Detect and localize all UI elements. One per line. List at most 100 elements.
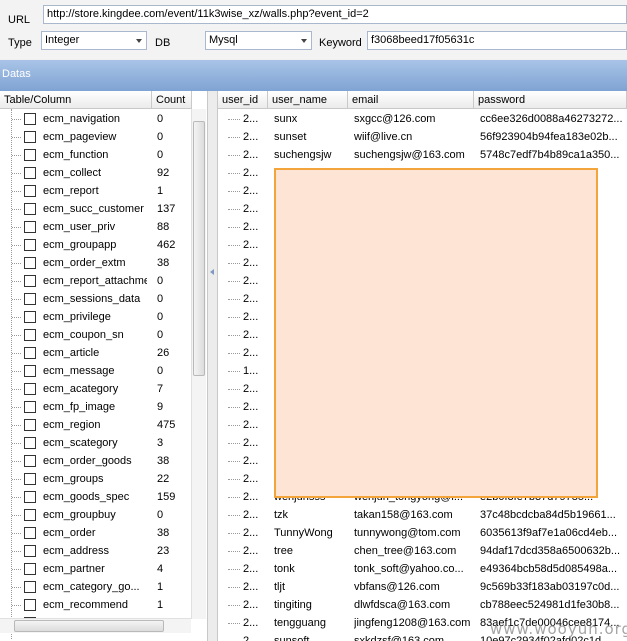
col-header-user-name[interactable]: user_name [268, 91, 348, 109]
tree-connector [12, 173, 21, 174]
table-name[interactable]: ecm_report_attachme [43, 274, 147, 288]
table-checkbox[interactable] [24, 203, 36, 215]
table-name[interactable]: ecm_groupapp [43, 238, 147, 252]
table-checkbox[interactable] [24, 293, 36, 305]
url-input[interactable]: http://store.kingdee.com/event/11k3wise_… [43, 5, 627, 24]
cell-user-id: 1... [243, 365, 259, 377]
cell-email: wiif@live.cn [354, 131, 413, 143]
table-count: 9 [157, 401, 164, 413]
tree-connector [12, 389, 21, 390]
cell-password: 37c48bcdcba84d5b19661... [480, 509, 616, 521]
col-header-user-id[interactable]: user_id [218, 91, 268, 109]
table-checkbox[interactable] [24, 131, 36, 143]
cell-user-name: suchengsjw [274, 149, 332, 161]
table-name[interactable]: ecm_article [43, 346, 147, 360]
table-name[interactable]: ecm_function [43, 148, 147, 162]
table-name[interactable]: ecm_order_goods [43, 454, 147, 468]
db-select[interactable]: Mysql [205, 31, 312, 50]
tree-scroll-thumb[interactable] [193, 121, 205, 376]
table-name[interactable]: ecm_navigation [43, 112, 147, 126]
table-count: 22 [157, 473, 170, 485]
cell-user-name: tzk [274, 509, 289, 521]
table-checkbox[interactable] [24, 545, 36, 557]
table-count: 0 [157, 293, 164, 305]
table-checkbox[interactable] [24, 149, 36, 161]
table-row[interactable]: 2... sunx sxgcc@126.com cc6ee326d0088a46273… [218, 112, 627, 130]
table-checkbox[interactable] [24, 185, 36, 197]
table-row[interactable]: 2... tzk takan158@163.com 37c48bcdcba84d5b1… [218, 508, 627, 526]
table-checkbox[interactable] [24, 527, 36, 539]
table-checkbox[interactable] [24, 275, 36, 287]
table-row[interactable]: 2... suchengsjw suchengsjw@163.com 5748c7ed… [218, 148, 627, 166]
table-name[interactable]: ecm_succ_customer [43, 202, 147, 216]
table-name[interactable]: ecm_sessions_data [43, 292, 147, 306]
table-checkbox[interactable] [24, 347, 36, 359]
table-row[interactable]: 2... sunset wiif@live.cn 56f923904b94fea183… [218, 130, 627, 148]
table-checkbox[interactable] [24, 563, 36, 575]
collapse-arrow-icon[interactable] [210, 269, 214, 275]
table-name[interactable]: ecm_order [43, 526, 147, 540]
table-name[interactable]: ecm_groupbuy [43, 508, 147, 522]
table-count: 462 [157, 239, 176, 251]
table-name[interactable]: ecm_address [43, 544, 147, 558]
table-name[interactable]: ecm_report [43, 184, 147, 198]
table-checkbox[interactable] [24, 491, 36, 503]
table-name[interactable]: ecm_fp_image [43, 400, 147, 414]
table-name[interactable]: ecm_order_extm [43, 256, 147, 270]
table-checkbox[interactable] [24, 113, 36, 125]
table-name[interactable]: ecm_coupon_sn [43, 328, 147, 342]
table-checkbox[interactable] [24, 221, 36, 233]
table-name[interactable]: ecm_acategory [43, 382, 147, 396]
row-connector [228, 461, 240, 462]
table-checkbox[interactable] [24, 239, 36, 251]
table-checkbox[interactable] [24, 473, 36, 485]
table-name[interactable]: ecm_privilege [43, 310, 147, 324]
table-count: 3 [157, 437, 164, 449]
table-name[interactable]: ecm_partner [43, 562, 147, 576]
table-name[interactable]: ecm_scategory [43, 436, 147, 450]
table-checkbox[interactable] [24, 257, 36, 269]
table-checkbox[interactable] [24, 167, 36, 179]
table-row[interactable]: 2... tonk tonk_soft@yahoo.co... e49364bcb58… [218, 562, 627, 580]
table-row[interactable]: 2... TunnyWong tunnywong@tom.com 6035613f9a… [218, 526, 627, 544]
cell-user-id: 2... [243, 527, 259, 539]
cell-user-id: 2... [243, 239, 259, 251]
table-checkbox[interactable] [24, 581, 36, 593]
table-checkbox[interactable] [24, 437, 36, 449]
table-checkbox[interactable] [24, 419, 36, 431]
type-select[interactable]: Integer [41, 31, 147, 50]
row-connector [228, 407, 240, 408]
table-checkbox[interactable] [24, 509, 36, 521]
table-name[interactable]: ecm_collect [43, 166, 147, 180]
table-checkbox[interactable] [24, 383, 36, 395]
table-name[interactable]: ecm_message [43, 364, 147, 378]
table-checkbox[interactable] [24, 455, 36, 467]
table-row[interactable]: 2... tree chen_tree@163.com 94daf17dcd358a6… [218, 544, 627, 562]
tree-connector [12, 551, 21, 552]
col-header-password[interactable]: password [474, 91, 627, 109]
col-header-email[interactable]: email [348, 91, 474, 109]
keyword-input[interactable]: f3068beed17f05631c [367, 31, 627, 50]
tree-hscroll-thumb[interactable] [14, 620, 164, 632]
table-name[interactable]: ecm_goods_spec [43, 490, 147, 504]
table-checkbox[interactable] [24, 599, 36, 611]
cell-user-id: 2... [243, 149, 259, 161]
table-row[interactable]: 2... tingiting dlwfdsca@163.com cb788eec524… [218, 598, 627, 616]
table-checkbox[interactable] [24, 365, 36, 377]
tree-vertical-scrollbar[interactable] [191, 109, 206, 619]
table-checkbox[interactable] [24, 401, 36, 413]
table-name[interactable]: ecm_user_priv [43, 220, 147, 234]
tree-connector [12, 119, 21, 120]
table-name[interactable]: ecm_pageview [43, 130, 147, 144]
table-checkbox[interactable] [24, 329, 36, 341]
tree-horizontal-scrollbar[interactable] [0, 618, 191, 633]
table-name[interactable]: ecm_recommend [43, 598, 147, 612]
table-checkbox[interactable] [24, 311, 36, 323]
table-name[interactable]: ecm_region [43, 418, 147, 432]
table-name[interactable]: ecm_category_go... [43, 580, 147, 594]
col-header-count[interactable]: Count [152, 91, 192, 109]
col-header-table[interactable]: Table/Column [0, 91, 152, 109]
table-row[interactable]: 2... tljt vbfans@126.com 9c569b33f183ab0319… [218, 580, 627, 598]
table-name[interactable]: ecm_groups [43, 472, 147, 486]
pane-splitter[interactable] [208, 91, 218, 641]
